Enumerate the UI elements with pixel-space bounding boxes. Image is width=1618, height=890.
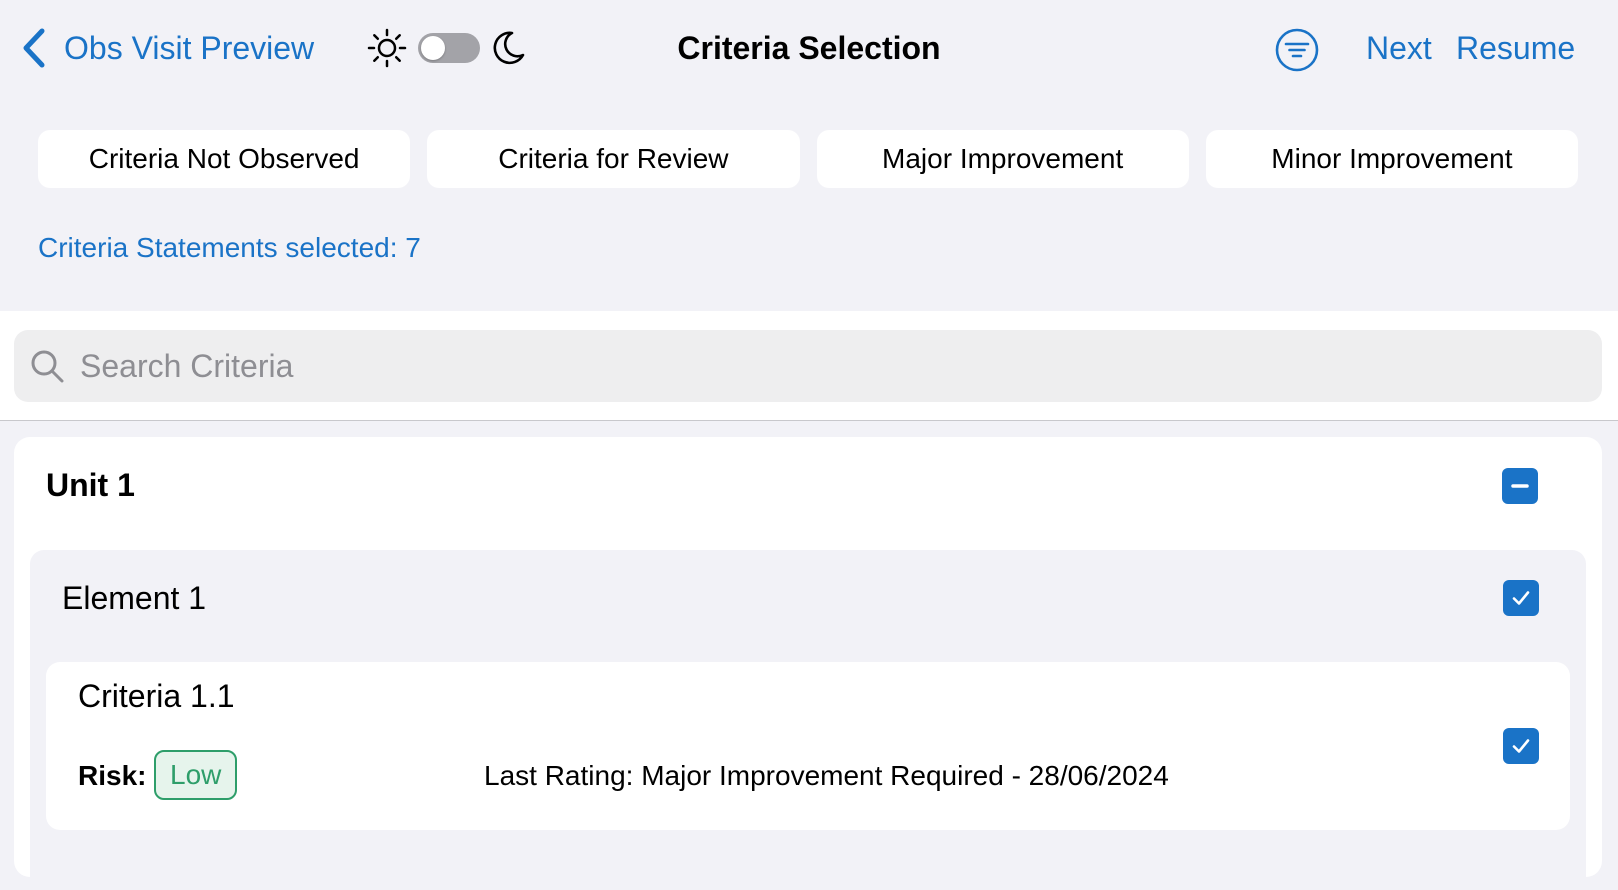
next-button[interactable]: Next xyxy=(1366,26,1432,70)
risk-badge: Low xyxy=(154,750,238,800)
back-label: Obs Visit Preview xyxy=(64,29,315,66)
minus-icon xyxy=(1511,484,1529,488)
chevron-left-icon xyxy=(23,28,45,68)
page-title: Criteria Selection xyxy=(677,30,941,66)
theme-switcher xyxy=(366,26,528,70)
criteria-not-observed-button[interactable]: Criteria Not Observed xyxy=(38,130,411,188)
checkmark-icon xyxy=(1512,591,1530,605)
last-rating: Last Rating: Major Improvement Required … xyxy=(484,760,1169,791)
criteria-title: Criteria 1.1 xyxy=(78,678,235,714)
criteria-checkbox[interactable] xyxy=(1503,728,1539,764)
moon-icon xyxy=(493,31,525,65)
magnifier-icon xyxy=(31,350,64,383)
selected-count: Criteria Statements selected: 7 xyxy=(38,232,421,263)
category-buttons: Criteria Not Observed Criteria for Revie… xyxy=(38,130,1578,188)
risk-label: Risk: xyxy=(78,760,147,791)
search-bar[interactable] xyxy=(14,330,1602,402)
unit-checkbox[interactable] xyxy=(1502,468,1538,504)
minor-improvement-button[interactable]: Minor Improvement xyxy=(1205,130,1578,188)
unit-title: Unit 1 xyxy=(46,467,135,503)
unit-card: Unit 1 Element 1 Criteria 1.1 Risk: Low … xyxy=(14,437,1602,890)
criteria-for-review-button[interactable]: Criteria for Review xyxy=(427,130,800,188)
element-card: Element 1 Criteria 1.1 Risk: Low Last Ra… xyxy=(30,550,1586,890)
toggle-knob xyxy=(421,36,445,60)
element-title: Element 1 xyxy=(62,580,207,616)
resume-button[interactable]: Resume xyxy=(1456,26,1575,70)
filter-lines-icon[interactable] xyxy=(1274,27,1320,73)
back-button[interactable]: Obs Visit Preview xyxy=(20,26,314,70)
search-section xyxy=(0,311,1618,421)
sun-icon xyxy=(367,28,407,68)
element-checkbox[interactable] xyxy=(1503,580,1539,616)
major-improvement-button[interactable]: Major Improvement xyxy=(816,130,1189,188)
criteria-card[interactable]: Criteria 1.1 Risk: Low Last Rating: Majo… xyxy=(46,662,1570,830)
checkmark-icon xyxy=(1512,739,1530,753)
search-input[interactable] xyxy=(78,346,1558,386)
navigation-bar: Obs Visit Preview Criteria Selection Nex… xyxy=(0,0,1618,100)
dark-mode-toggle[interactable] xyxy=(418,33,480,63)
